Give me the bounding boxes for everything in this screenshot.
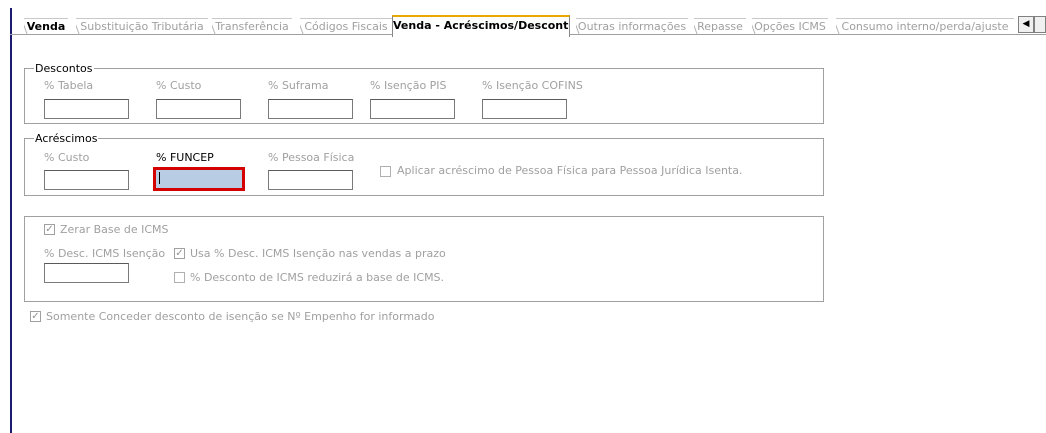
tab-scroll-left-button[interactable]: ◀ — [1018, 16, 1034, 33]
zerar-base-icms-checkbox[interactable]: ✓ — [44, 224, 55, 235]
acresc-pessoa-fisica-input[interactable] — [268, 170, 353, 190]
desc-tabela-input[interactable] — [44, 99, 129, 119]
desc-isencao-cofins-input[interactable] — [482, 99, 567, 119]
tab-bar: Venda Substituição Tributária Transferên… — [10, 14, 1046, 37]
desc-icms-isencao-label: % Desc. ICMS Isenção — [44, 247, 166, 260]
aplicar-acrescimo-pj-checkbox[interactable] — [380, 166, 391, 177]
desc-isencao-pis-input[interactable] — [370, 99, 455, 119]
usa-desc-icms-prazo-label: Usa % Desc. ICMS Isenção nas vendas a pr… — [190, 247, 446, 260]
tab-venda[interactable]: Venda — [24, 18, 68, 35]
reduzira-base-icms-label: % Desconto de ICMS reduzirá a base de IC… — [190, 271, 445, 284]
acresc-custo-input[interactable] — [44, 170, 129, 190]
desc-custo-input[interactable] — [156, 99, 241, 119]
desc-suframa-label: % Suframa — [268, 79, 329, 92]
acresc-custo-label: % Custo — [44, 151, 90, 164]
somente-empenho-checkbox[interactable]: ✓ — [30, 311, 41, 322]
tab-codigos-fiscais[interactable]: Códigos Fiscais — [300, 18, 392, 35]
desc-isencao-cofins-label: % Isenção COFINS — [482, 79, 583, 92]
acrescimos-title: Acréscimos — [34, 132, 99, 145]
desc-custo-label: % Custo — [156, 79, 202, 92]
aplicar-acrescimo-pj-label: Aplicar acréscimo de Pessoa Física para … — [397, 164, 743, 177]
tab-scroll-right-button[interactable] — [1034, 16, 1046, 33]
tab-substituicao-tributaria[interactable]: Substituição Tributária — [76, 18, 208, 35]
zerar-base-icms-label: Zerar Base de ICMS — [60, 223, 169, 236]
acresc-funcep-label: % FUNCEP — [156, 151, 214, 164]
somente-empenho-label: Somente Conceder desconto de isenção se … — [46, 310, 435, 323]
desc-isencao-pis-label: % Isenção PIS — [370, 79, 447, 92]
tab-repasse[interactable]: Repasse — [694, 18, 746, 35]
tab-transferencia[interactable]: Transferência — [212, 18, 292, 35]
desc-icms-isencao-input[interactable] — [44, 263, 129, 283]
tab-outras-informacoes[interactable]: Outras informações — [576, 18, 688, 35]
acresc-pessoa-fisica-label: % Pessoa Física — [268, 151, 355, 164]
desc-tabela-label: % Tabela — [44, 79, 94, 92]
tab-consumo-interno-perda-ajuste[interactable]: Consumo interno/perda/ajuste — [836, 18, 1014, 35]
desc-suframa-input[interactable] — [268, 99, 353, 119]
tab-opcoes-icms[interactable]: Opções ICMS — [752, 18, 828, 35]
usa-desc-icms-prazo-checkbox[interactable]: ✓ — [174, 248, 185, 259]
acresc-funcep-input[interactable] — [153, 167, 245, 191]
descontos-title: Descontos — [34, 62, 94, 75]
reduzira-base-icms-checkbox[interactable] — [174, 272, 185, 283]
text-caret — [159, 172, 160, 184]
tab-venda-acrescimos-descontos[interactable]: Venda - Acréscimos/Descontos — [392, 15, 570, 37]
